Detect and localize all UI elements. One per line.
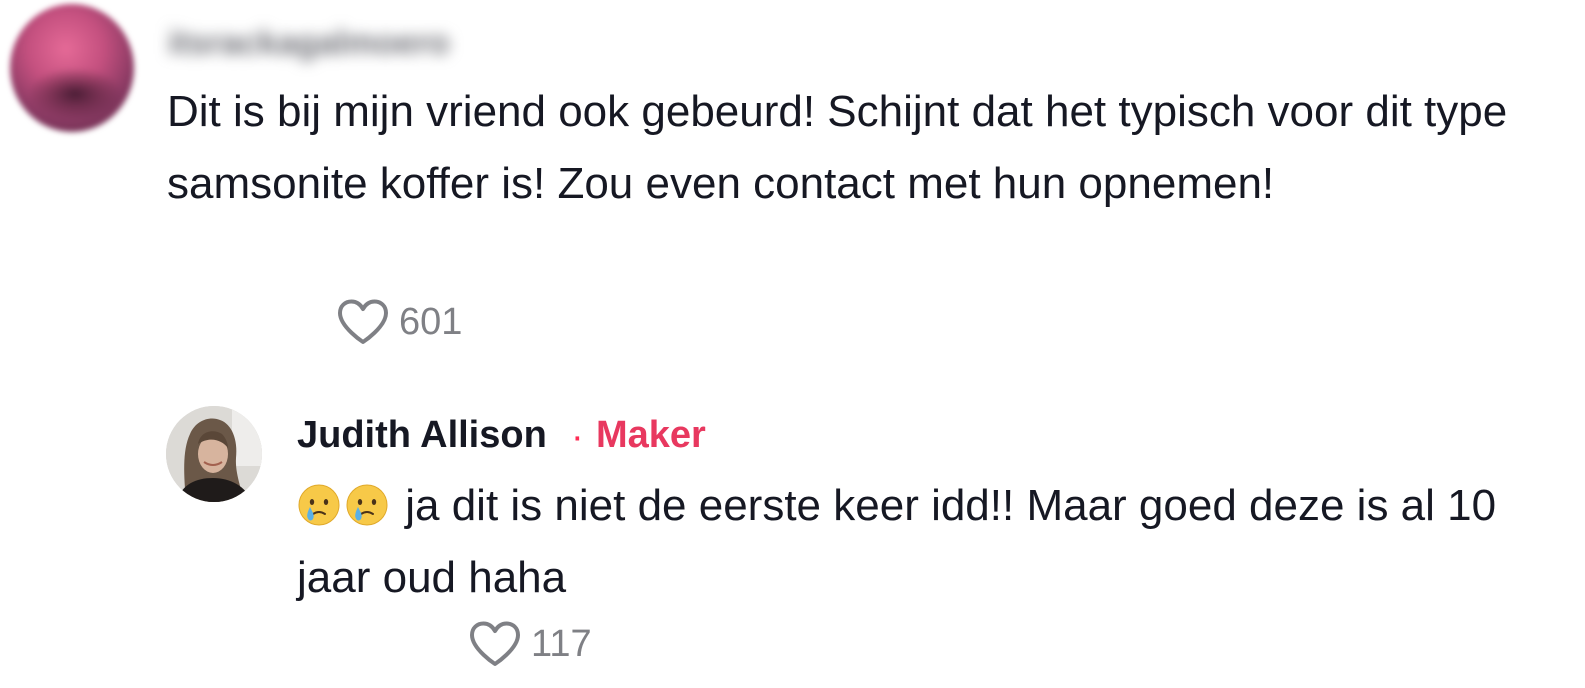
comment-like-button[interactable]: 601 — [337, 299, 462, 345]
commenter-avatar[interactable] — [10, 4, 134, 132]
like-count: 117 — [531, 622, 592, 665]
reply-text-block: ja dit is niet de eerste keer idd!! Maar… — [297, 470, 1567, 614]
heart-icon — [337, 299, 389, 345]
reply-author-avatar[interactable] — [166, 406, 262, 502]
like-count: 601 — [399, 300, 463, 343]
crying-face-emoji-icon — [297, 477, 341, 526]
maker-badge: Maker — [596, 414, 706, 456]
reply-author-name[interactable]: Judith Allison — [297, 414, 547, 457]
crying-face-emoji-icon — [345, 477, 389, 526]
reply-text: ja dit is niet de eerste keer idd!! Maar… — [297, 481, 1497, 602]
heart-icon — [469, 621, 521, 667]
reply-like-button[interactable]: 117 — [469, 621, 592, 667]
commenter-username[interactable]: itsrackagalmoero — [168, 24, 453, 62]
comment-text: Dit is bij mijn vriend ook gebeurd! Schi… — [167, 87, 1508, 208]
separator-dot: · — [571, 416, 584, 458]
